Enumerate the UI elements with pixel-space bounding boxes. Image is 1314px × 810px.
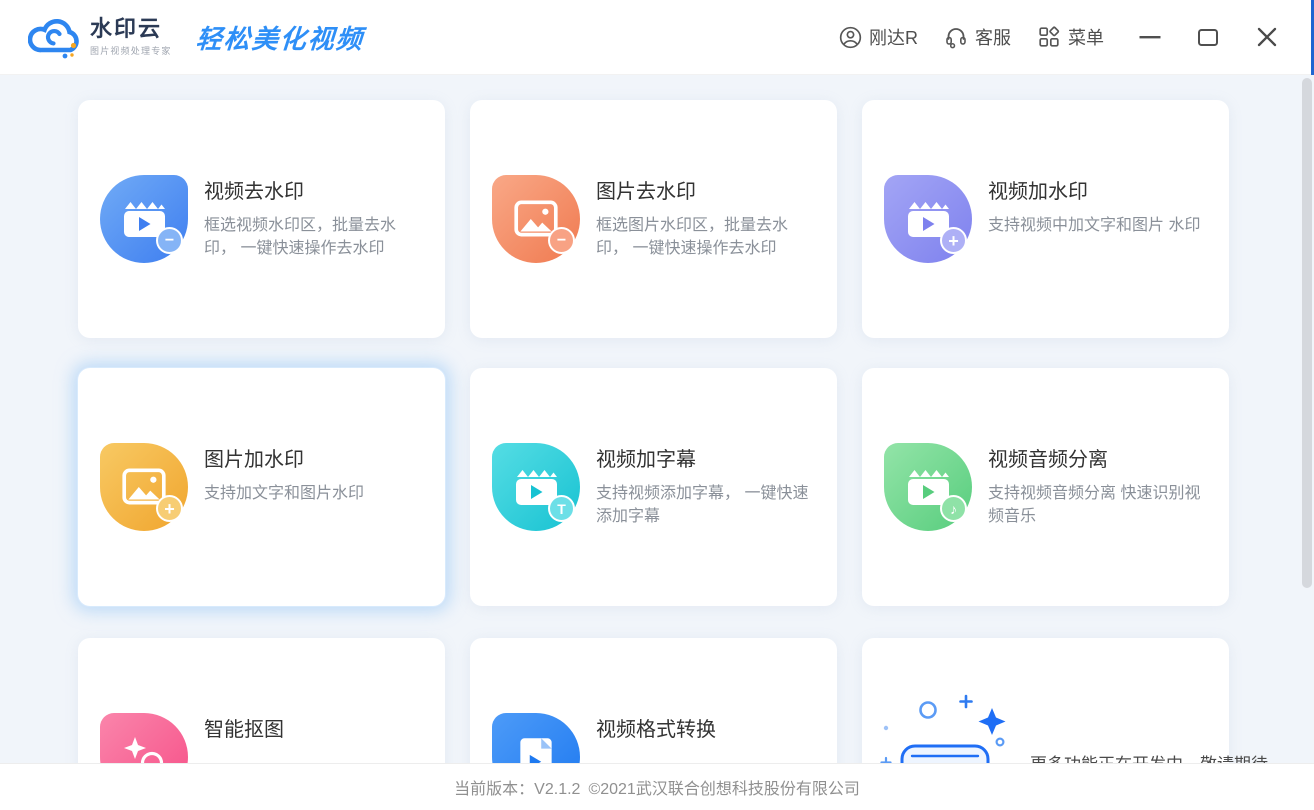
plus-badge-icon	[156, 495, 183, 522]
coming-soon-illustration	[880, 694, 1006, 763]
main-content: 视频去水印 框选视频水印区，批量去水 印， 一键快速操作去水印 图片去水印 框选…	[0, 75, 1314, 763]
feature-grid: 视频去水印 框选视频水印区，批量去水 印， 一键快速操作去水印 图片去水印 框选…	[78, 100, 1314, 763]
card-image-remove-watermark[interactable]: 图片去水印 框选图片水印区，批量去水 印， 一键快速操作去水印	[470, 100, 837, 338]
image-add-watermark-icon	[100, 443, 188, 531]
card-smart-cutout[interactable]: 智能抠图	[78, 638, 445, 763]
card-video-add-watermark[interactable]: 视频加水印 支持视频中加文字和图片 水印	[862, 100, 1229, 338]
card-description: 框选视频水印区，批量去水 印， 一键快速操作去水印	[204, 217, 397, 257]
card-video-add-subtitle[interactable]: 视频加字幕 支持视频添加字幕， 一键快速 添加字幕	[470, 368, 837, 606]
video-format-convert-icon	[492, 713, 580, 763]
card-title: 图片加水印	[204, 449, 304, 471]
card-title: 视频加水印	[988, 181, 1088, 203]
customer-service-label: 客服	[975, 28, 1011, 48]
card-video-format-convert[interactable]: 视频格式转换	[470, 638, 837, 763]
app-logo-subtitle: 图片视频处理专家	[90, 46, 172, 56]
grid-menu-icon	[1039, 26, 1060, 47]
card-description: 支持视频中加文字和图片 水印	[988, 217, 1201, 234]
close-icon	[1257, 27, 1277, 47]
account-button[interactable]: 刚达R	[839, 24, 918, 50]
maximize-icon	[1198, 29, 1218, 46]
minus-badge-icon	[548, 227, 575, 254]
coming-soon-label: 更多功能正在开发中，敬请期待	[1030, 750, 1268, 763]
app-name: 水印云	[90, 16, 163, 41]
minimize-icon	[1139, 36, 1161, 39]
titlebar: 水印云 图片视频处理专家 轻松美化视频 刚达R 客服 菜单	[0, 0, 1314, 75]
card-title: 智能抠图	[204, 719, 284, 741]
menu-button[interactable]: 菜单	[1037, 24, 1104, 50]
copyright-text: ©2021武汉联合创想科技股份有限公司	[588, 781, 860, 798]
headset-icon	[946, 28, 966, 49]
video-audio-split-icon	[884, 443, 972, 531]
card-video-audio-split[interactable]: 视频音频分离 支持视频音频分离 快速识别视 频音乐	[862, 368, 1229, 606]
card-image-add-watermark[interactable]: 图片加水印 支持加文字和图片水印	[78, 368, 445, 606]
card-coming-soon[interactable]: 更多功能正在开发中，敬请期待	[862, 638, 1268, 763]
close-button[interactable]	[1254, 24, 1280, 50]
minimize-button[interactable]	[1138, 25, 1162, 49]
text-badge-icon	[548, 495, 575, 522]
image-remove-watermark-icon	[492, 175, 580, 263]
card-video-remove-watermark[interactable]: 视频去水印 框选视频水印区，批量去水 印， 一键快速操作去水印	[78, 100, 445, 338]
card-description: 支持视频音频分离 快速识别视 频音乐	[988, 485, 1201, 525]
scrollbar-track	[1302, 78, 1312, 763]
account-label: 刚达R	[869, 28, 918, 48]
card-description: 框选图片水印区，批量去水 印， 一键快速操作去水印	[596, 217, 789, 257]
cloud-logo-icon	[28, 19, 79, 59]
card-description: 支持加文字和图片水印	[204, 485, 365, 502]
version-text: 当前版本：V2.1.2	[454, 781, 581, 798]
customer-service-button[interactable]: 客服	[944, 24, 1011, 50]
minus-badge-icon	[156, 227, 183, 254]
maximize-button[interactable]	[1196, 25, 1220, 49]
scrollbar-thumb[interactable]	[1302, 78, 1312, 588]
smart-cutout-icon	[100, 713, 188, 763]
app-tagline: 轻松美化视频	[194, 24, 365, 55]
menu-label: 菜单	[1068, 28, 1104, 48]
video-add-watermark-icon	[884, 175, 972, 263]
card-title: 视频加字幕	[596, 449, 696, 471]
statusbar: 当前版本：V2.1.2 ©2021武汉联合创想科技股份有限公司	[0, 763, 1314, 810]
user-icon	[839, 26, 862, 48]
card-description: 支持视频添加字幕， 一键快速 添加字幕	[596, 485, 809, 525]
music-note-badge-icon	[940, 495, 967, 522]
card-title: 视频去水印	[204, 181, 304, 203]
card-title: 视频格式转换	[596, 719, 716, 741]
plus-badge-icon	[940, 227, 967, 254]
card-title: 视频音频分离	[988, 449, 1108, 471]
video-remove-watermark-icon	[100, 175, 188, 263]
app-logo: 水印云 图片视频处理专家	[28, 13, 172, 61]
card-title: 图片去水印	[596, 181, 696, 203]
video-add-subtitle-icon	[492, 443, 580, 531]
